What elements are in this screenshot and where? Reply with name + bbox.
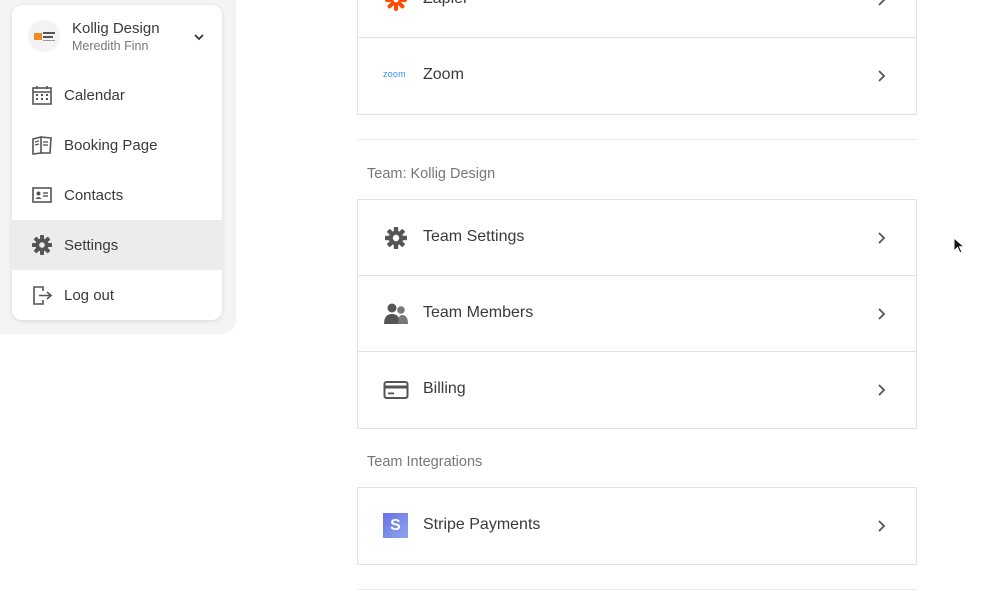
menu-item-label: Booking Page (64, 136, 158, 154)
chevron-right-icon (878, 0, 886, 6)
chevron-right-icon (878, 308, 886, 320)
menu-item-booking-page[interactable]: Booking Page (12, 120, 222, 170)
account-user: Meredith Finn (72, 39, 149, 53)
menu-item-label: Calendar (64, 86, 125, 104)
menu-item-calendar[interactable]: Calendar (12, 70, 222, 120)
team-row-billing[interactable]: Billing (358, 352, 916, 428)
menu-item-label: Contacts (64, 186, 124, 204)
chevron-right-icon (878, 70, 886, 82)
stripe-icon: S (383, 513, 408, 538)
menu-item-label: Log out (64, 286, 115, 304)
team-integration-row-stripe[interactable]: S Stripe Payments (358, 488, 916, 564)
logout-icon (33, 286, 53, 305)
gear-icon (385, 227, 407, 249)
team-integrations-title: Team Integrations (367, 454, 483, 470)
team-row-label: Billing (423, 380, 466, 397)
calendar-icon (32, 86, 52, 105)
menu-item-settings[interactable]: Settings (12, 220, 222, 270)
team-logo-avatar (28, 20, 60, 52)
account-switcher[interactable]: Kollig Design Meredith Finn (12, 5, 222, 70)
integration-row-zoom[interactable]: zoom Zoom (358, 38, 916, 114)
book-icon (32, 135, 52, 155)
integrations-card: Zapier zoom Zoom (357, 0, 917, 115)
team-section-title: Team: Kollig Design (367, 166, 496, 182)
integration-row-zapier[interactable]: Zapier (358, 0, 916, 38)
integration-label: Zoom (423, 66, 464, 83)
integration-label: Zapier (423, 0, 468, 8)
team-row-label: Team Members (423, 304, 534, 321)
menu-item-contacts[interactable]: Contacts (12, 170, 222, 220)
mouse-cursor-icon (953, 237, 965, 254)
team-integrations-card: S Stripe Payments (357, 487, 917, 565)
section-divider (357, 589, 917, 590)
people-icon (384, 303, 408, 324)
account-menu: Kollig Design Meredith Finn Calendar Boo… (12, 5, 222, 320)
credit-card-icon (383, 381, 409, 399)
chevron-right-icon (878, 520, 886, 532)
zoom-icon: zoom (383, 69, 406, 79)
team-row-settings[interactable]: Team Settings (358, 200, 916, 276)
menu-item-log-out[interactable]: Log out (12, 270, 222, 320)
team-integration-label: Stripe Payments (423, 516, 541, 533)
team-row-members[interactable]: Team Members (358, 276, 916, 352)
account-name: Kollig Design (72, 20, 160, 37)
menu-item-label: Settings (64, 236, 119, 254)
section-divider (357, 139, 917, 140)
chevron-down-icon[interactable] (193, 32, 205, 42)
team-card: Team Settings Team Members Billing (357, 199, 917, 429)
chevron-right-icon (878, 384, 886, 396)
gear-icon (32, 235, 52, 255)
team-row-label: Team Settings (423, 228, 525, 245)
zapier-icon (385, 0, 407, 11)
contact-card-icon (32, 187, 52, 203)
chevron-right-icon (878, 232, 886, 244)
